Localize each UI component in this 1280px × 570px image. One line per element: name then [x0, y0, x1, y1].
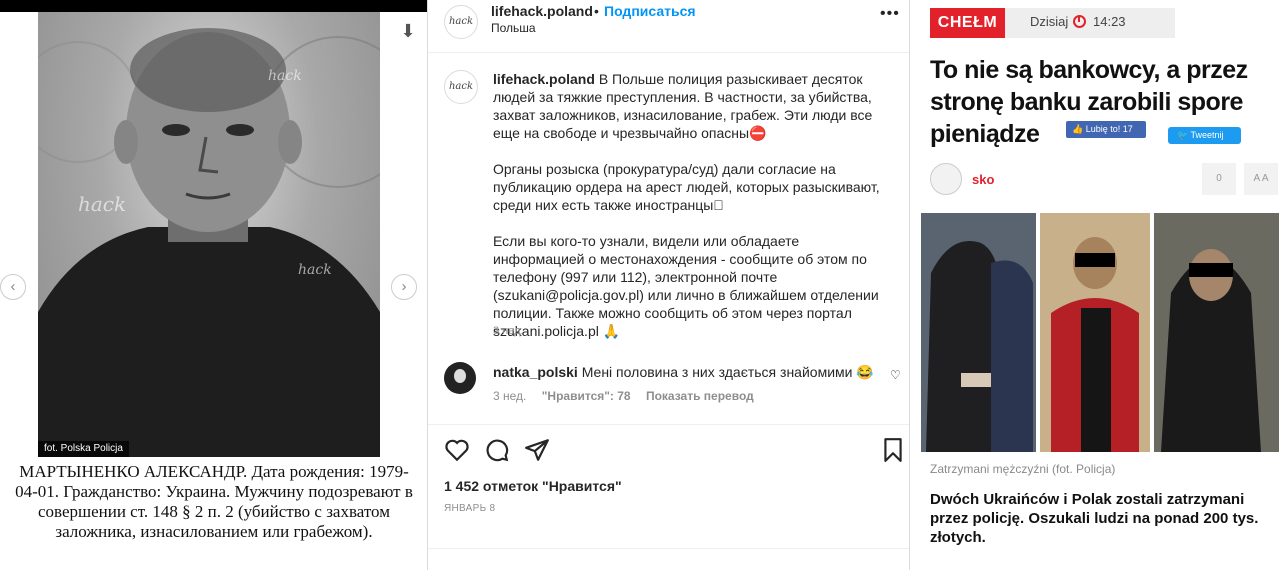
comment-text: natka_polski Мені половина з них здаєтьс… [493, 364, 874, 381]
avatar[interactable]: hack [444, 5, 478, 39]
news-article-panel: CHEŁM Dzisiaj 14:23 To nie są bankowcy, … [910, 0, 1280, 570]
wanted-poster-panel: hack hack hack fot. Polska Policja ⬇ ‹ ›… [0, 0, 427, 570]
separator-dot: • [594, 3, 599, 19]
post-date: ЯНВАРЬ 8 [444, 503, 496, 514]
add-comment-area[interactable] [428, 548, 909, 570]
caption-avatar[interactable]: hack [444, 70, 478, 104]
divider [428, 424, 909, 425]
facebook-like-button[interactable]: 👍 Lubię to! 17 [1066, 121, 1146, 138]
article-photo [921, 213, 1279, 452]
tweet-button[interactable]: 🐦 Tweetnij [1168, 127, 1241, 144]
follow-button[interactable]: Подписаться [604, 3, 696, 19]
caption-paragraph: Если вы кого-то узнали, видели или облад… [493, 233, 879, 339]
author-name[interactable]: sko [972, 172, 994, 187]
date-label: Dzisiaj [1030, 14, 1069, 29]
comment-time: 3 нед. [493, 389, 527, 403]
bookmark-icon[interactable] [880, 437, 906, 463]
likes-count[interactable]: 1 452 отметок "Нравится" [444, 478, 622, 494]
comment-icon[interactable] [484, 437, 510, 463]
chevron-left-icon[interactable]: ‹ [0, 274, 26, 300]
comment-body: Мені половина з них здається знайомими 😂 [581, 364, 874, 380]
more-options-icon[interactable]: ••• [880, 5, 900, 23]
article-lead: Dwóch Ukraińców i Polak zostali zatrzyma… [930, 491, 1259, 546]
comment-username[interactable]: natka_polski [493, 364, 578, 380]
share-icon[interactable] [524, 437, 550, 463]
time-label: 14:23 [1093, 14, 1126, 29]
font-size-button[interactable]: A A [1244, 163, 1278, 195]
divider [428, 52, 909, 53]
comment-meta: 3 нед. "Нравится": 78 Показать перевод [493, 389, 766, 403]
suspect-photo: hack hack hack [38, 12, 380, 457]
chevron-right-icon[interactable]: › [391, 274, 417, 300]
post-location[interactable]: Польша [491, 21, 536, 35]
watermark: hack [78, 192, 127, 216]
watermark: hack [268, 68, 302, 84]
caption-username[interactable]: lifehack.poland [493, 71, 595, 87]
instagram-post-panel: hack lifehack.poland • Подписаться Польш… [427, 0, 910, 570]
author-avatar [930, 163, 962, 195]
post-username[interactable]: lifehack.poland [491, 3, 593, 19]
caption-paragraph: Органы розыска (прокуратура/суд) дали со… [493, 161, 880, 213]
poster-caption: МАРТЫНЕНКО АЛЕКСАНДР. Дата рождения: 197… [15, 462, 413, 541]
download-icon[interactable]: ⬇ [397, 20, 419, 42]
heart-icon[interactable] [444, 437, 470, 463]
translate-link[interactable]: Показать перевод [646, 389, 754, 403]
caption-time: 3 нед. [493, 325, 524, 337]
comment-likes[interactable]: "Нравится": 78 [542, 389, 631, 403]
city-tag[interactable]: CHEŁM [930, 8, 1005, 38]
watermark: hack [298, 262, 332, 278]
photo-caption: Zatrzymani mężczyźni (fot. Policja) [930, 462, 1116, 476]
clock-icon [1073, 15, 1086, 28]
heart-icon[interactable]: ♡ [890, 368, 901, 382]
post-caption: lifehack.poland В Польше полиция разыски… [493, 70, 893, 358]
comments-count-icon[interactable]: 0 [1202, 163, 1236, 195]
comment-avatar[interactable] [444, 362, 476, 394]
top-bar [0, 0, 427, 12]
photo-credit: fot. Polska Policja [38, 441, 129, 457]
